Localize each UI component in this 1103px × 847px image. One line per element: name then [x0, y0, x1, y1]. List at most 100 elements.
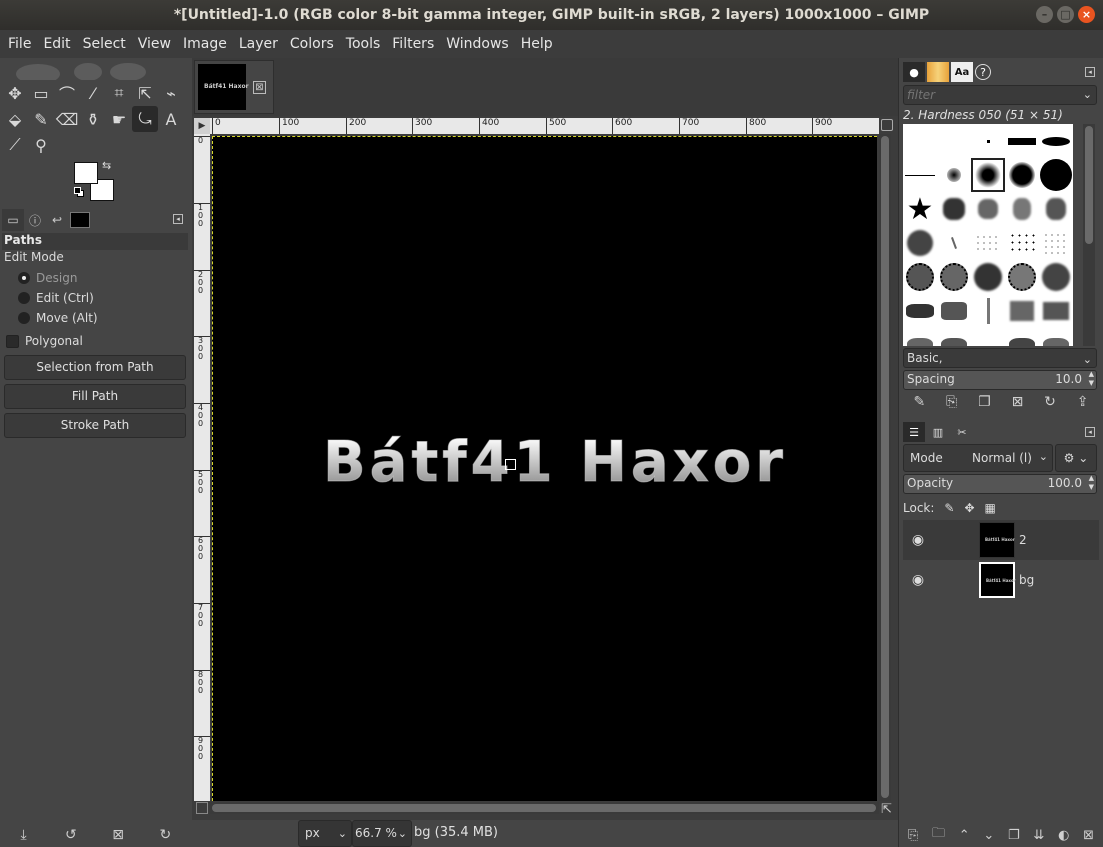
brush-preset-select[interactable]: Basic, ⌄: [903, 348, 1097, 368]
dock-menu-icon[interactable]: ◂: [1085, 67, 1095, 77]
zoom-select[interactable]: 66.7 % ⌄: [352, 820, 412, 847]
dock-menu-icon[interactable]: ◂: [173, 214, 183, 224]
brush-item[interactable]: [903, 158, 937, 192]
new-layer-group-icon[interactable]: 🗀: [932, 824, 945, 846]
close-tab-icon[interactable]: ⊠: [253, 81, 266, 94]
chevron-down-icon[interactable]: ⌄: [1083, 88, 1092, 101]
brush-item[interactable]: [903, 226, 937, 260]
menu-view[interactable]: View: [134, 36, 175, 52]
brush-item[interactable]: [971, 226, 1005, 260]
brushes-tab-icon[interactable]: ●: [903, 62, 925, 82]
lock-alpha-icon[interactable]: ▦: [985, 501, 996, 515]
image-tab[interactable]: Bátf41 Haxor ⊠: [194, 60, 274, 114]
opacity-spinner[interactable]: Opacity 100.0 ▲ ▼: [903, 474, 1097, 494]
stroke-path-button[interactable]: Stroke Path: [4, 413, 186, 438]
layer-mask-icon[interactable]: ◐: [1058, 828, 1069, 843]
brush-item[interactable]: [1039, 294, 1073, 328]
zoom-fit-icon[interactable]: [881, 119, 893, 131]
paintbrush-tool-icon[interactable]: ✎: [28, 106, 54, 132]
layers-tab-icon[interactable]: ☰: [903, 422, 925, 442]
minimize-button[interactable]: –: [1036, 6, 1053, 23]
duplicate-layer-icon[interactable]: ❐: [1008, 828, 1020, 843]
menu-help[interactable]: Help: [517, 36, 557, 52]
brush-item[interactable]: [903, 294, 937, 328]
brush-item[interactable]: [903, 260, 937, 294]
move-tool-icon[interactable]: ✥: [2, 80, 28, 106]
spacing-spinner[interactable]: Spacing 10.0 ▲ ▼: [903, 370, 1097, 390]
new-brush-icon[interactable]: ⎘: [946, 394, 957, 410]
spin-arrows-icon[interactable]: ▲ ▼: [1089, 474, 1094, 492]
swap-colors-icon[interactable]: ⇆: [102, 159, 111, 172]
mode-move-radio[interactable]: Move (Alt): [2, 308, 188, 328]
delete-layer-icon[interactable]: ⊠: [1083, 828, 1094, 843]
composite-mode-select[interactable]: ⚙ ⌄: [1055, 444, 1097, 472]
maximize-button[interactable]: □: [1057, 6, 1074, 23]
raise-layer-icon[interactable]: ⌃: [959, 828, 970, 843]
channels-tab-icon[interactable]: ▥: [927, 422, 949, 442]
brush-item[interactable]: [971, 124, 1005, 158]
brush-item[interactable]: [903, 328, 937, 346]
fonts-tab-icon[interactable]: Aa: [951, 62, 973, 82]
menu-edit[interactable]: Edit: [39, 36, 74, 52]
fill-path-button[interactable]: Fill Path: [4, 384, 186, 409]
visibility-eye-icon[interactable]: ◉: [905, 572, 931, 588]
tool-options-tab-icon[interactable]: ▭: [2, 209, 24, 231]
free-select-tool-icon[interactable]: ⌒: [54, 80, 80, 106]
brush-scrollbar[interactable]: [1083, 124, 1095, 346]
dock-menu-icon[interactable]: ◂: [1085, 427, 1095, 437]
undo-history-tab-icon[interactable]: ↩: [46, 209, 68, 231]
foreground-color-swatch[interactable]: [74, 162, 98, 184]
vertical-scrollbar[interactable]: [879, 134, 891, 801]
bucket-fill-tool-icon[interactable]: ⬙: [2, 106, 28, 132]
vertical-ruler[interactable]: 0 1 0 0 2 0 0 3 0 0 4 0 0 5 0 0 6 0 0 7 …: [194, 134, 210, 801]
visibility-eye-icon[interactable]: ◉: [905, 532, 931, 548]
brush-item[interactable]: [1039, 328, 1073, 346]
help-tab-icon[interactable]: ?: [975, 64, 991, 80]
brush-item[interactable]: [1005, 226, 1039, 260]
smudge-tool-icon[interactable]: ☛: [106, 106, 132, 132]
unified-transform-tool-icon[interactable]: ⇱: [132, 80, 158, 106]
device-status-tab-icon[interactable]: ⓘ: [24, 209, 46, 231]
menu-filters[interactable]: Filters: [388, 36, 438, 52]
scrollbar-thumb[interactable]: [212, 804, 876, 812]
brush-item[interactable]: [1005, 192, 1039, 226]
merge-layer-icon[interactable]: ⇊: [1033, 828, 1044, 843]
scrollbar-thumb[interactable]: [881, 136, 889, 798]
mode-edit-radio[interactable]: Edit (Ctrl): [2, 288, 188, 308]
brush-item[interactable]: [971, 294, 1005, 328]
brush-item[interactable]: [937, 328, 971, 346]
crop-tool-icon[interactable]: ⌗: [106, 80, 132, 106]
brush-item[interactable]: [1039, 260, 1073, 294]
warp-transform-tool-icon[interactable]: ⌁: [158, 80, 184, 106]
restore-options-icon[interactable]: ↺: [61, 827, 81, 843]
brush-item-selected[interactable]: [971, 158, 1005, 192]
image-canvas[interactable]: Bátf41 Haxor Bátf41 Haxor: [212, 136, 877, 801]
delete-brush-icon[interactable]: ⊠: [1012, 394, 1024, 410]
brush-item[interactable]: [971, 192, 1005, 226]
brush-filter-field[interactable]: ⌄: [903, 85, 1097, 105]
brush-item[interactable]: [1039, 226, 1073, 260]
zoom-tool-icon[interactable]: ⚲: [28, 132, 54, 158]
clone-tool-icon[interactable]: ⚱: [80, 106, 106, 132]
menu-tools[interactable]: Tools: [342, 36, 385, 52]
navigate-icon[interactable]: ⇱: [881, 802, 892, 817]
menu-select[interactable]: Select: [79, 36, 130, 52]
color-picker-tool-icon[interactable]: ⟋: [2, 132, 28, 158]
fuzzy-select-tool-icon[interactable]: ⁄: [80, 80, 106, 106]
horizontal-scrollbar[interactable]: [210, 802, 879, 814]
brush-item[interactable]: [1005, 260, 1039, 294]
menu-colors[interactable]: Colors: [286, 36, 338, 52]
menu-file[interactable]: File: [4, 36, 35, 52]
brush-item[interactable]: [937, 260, 971, 294]
mode-design-radio[interactable]: Design: [2, 268, 188, 288]
quick-mask-toggle-icon[interactable]: [196, 802, 208, 814]
images-tab-thumbnail[interactable]: [70, 212, 90, 228]
horizontal-ruler[interactable]: 0 100 200 300 400 500 600 700 800 900: [210, 118, 879, 134]
menu-layer[interactable]: Layer: [235, 36, 282, 52]
layer-mode-select[interactable]: Mode Normal (l) ⌄: [903, 444, 1053, 472]
brush-item[interactable]: [1005, 158, 1039, 192]
menu-image[interactable]: Image: [179, 36, 231, 52]
export-brush-icon[interactable]: ⇪: [1077, 394, 1089, 410]
brush-item[interactable]: [1005, 328, 1039, 346]
lock-pixels-icon[interactable]: ✎: [944, 501, 954, 515]
